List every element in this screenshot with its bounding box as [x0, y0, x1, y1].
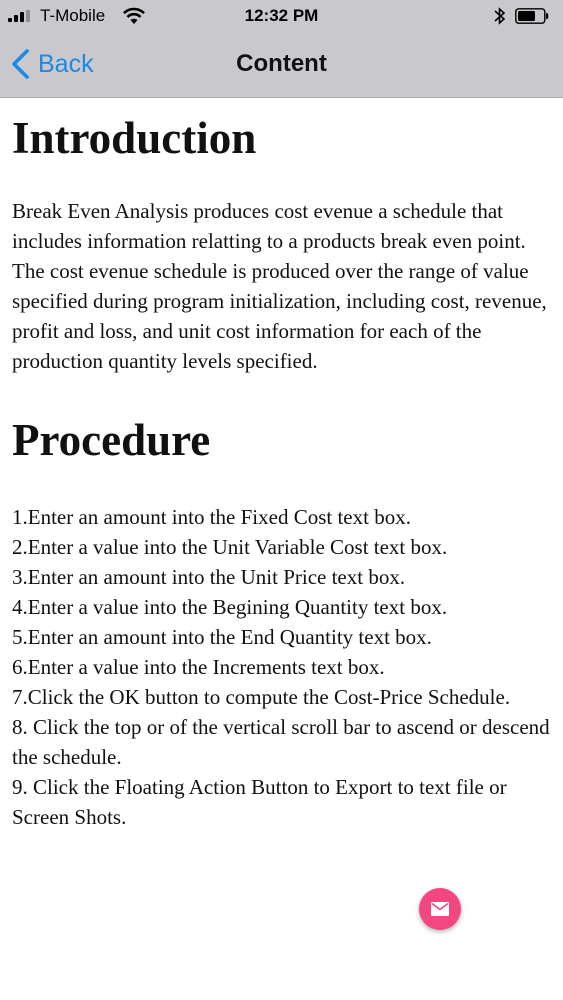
mail-icon: [431, 902, 449, 916]
step-item: 3.Enter an amount into the Unit Price te…: [12, 565, 406, 589]
bluetooth-icon: [494, 7, 506, 25]
step-item: 6.Enter a value into the Increments text…: [12, 655, 385, 679]
export-fab-button[interactable]: [419, 888, 461, 930]
step-item: 2.Enter a value into the Unit Variable C…: [12, 535, 448, 559]
step-item: 5.Enter an amount into the End Quantity …: [12, 625, 432, 649]
step-item: 4.Enter a value into the Begining Quanti…: [12, 595, 448, 619]
step-item: 1.Enter an amount into the Fixed Cost te…: [12, 505, 411, 529]
page-title: Content: [236, 50, 327, 77]
top-bar: T-Mobile 12:32 PM Back Content: [0, 0, 563, 98]
introduction-heading: Introduction: [12, 113, 257, 163]
procedure-steps: 1.Enter an amount into the Fixed Cost te…: [12, 502, 552, 832]
navigation-bar: Back Content: [0, 36, 563, 92]
battery-icon: [515, 8, 549, 24]
status-time: 12:32 PM: [244, 6, 319, 25]
step-item: 7.Click the OK button to compute the Cos…: [12, 685, 511, 709]
introduction-text: Break Even Analysis produces cost evenue…: [12, 199, 547, 373]
step-item: 9. Click the Floating Action Button to E…: [12, 775, 507, 829]
procedure-heading: Procedure: [12, 415, 211, 465]
status-bar: T-Mobile 12:32 PM: [0, 0, 563, 32]
content-area: Introduction Break Even Analysis produce…: [12, 110, 552, 832]
step-item: 8. Click the top or of the vertical scro…: [12, 715, 550, 769]
